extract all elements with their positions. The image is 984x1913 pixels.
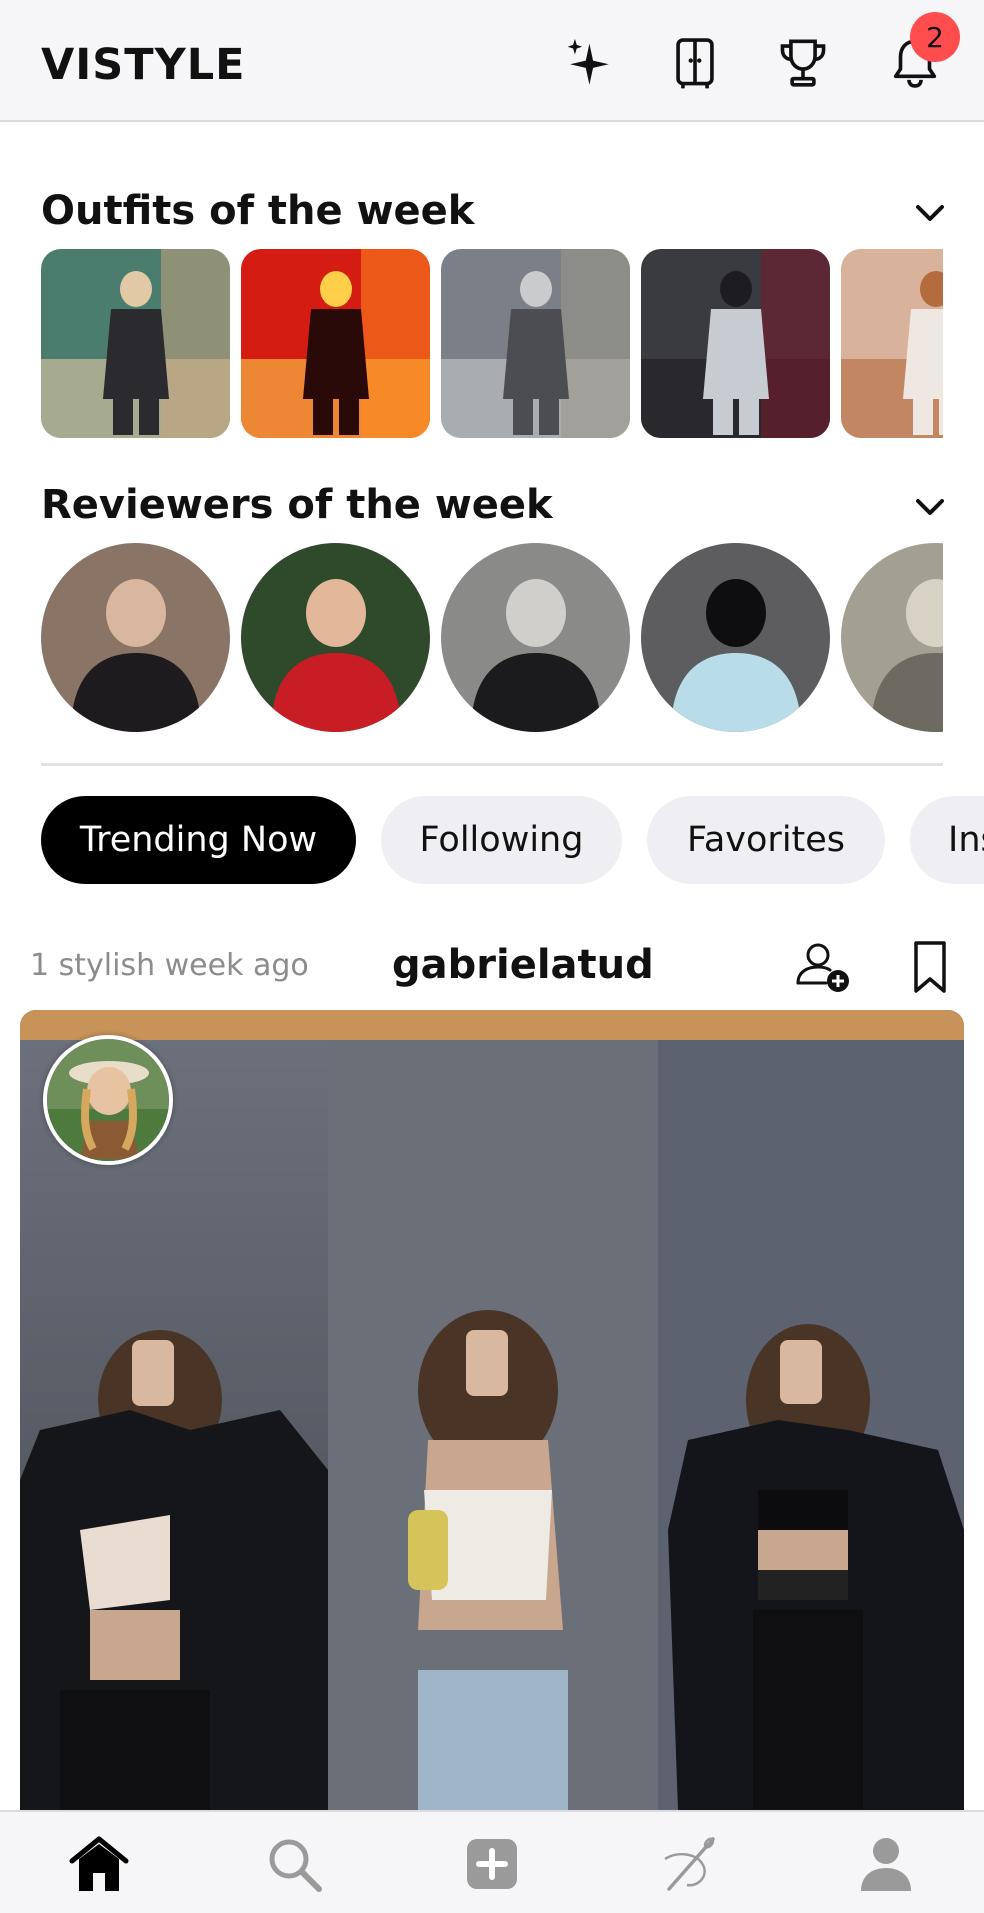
post-timestamp: 1 stylish week ago <box>30 948 309 983</box>
tab-favorites[interactable]: Favorites <box>647 796 885 884</box>
bottom-navigation <box>0 1810 984 1913</box>
notifications-button[interactable]: 2 <box>882 12 960 96</box>
reviewer-avatar[interactable] <box>641 543 830 732</box>
trophy-icon <box>780 39 826 87</box>
tab-inspiration[interactable]: Ins <box>910 796 984 884</box>
outfit-thumbnail[interactable] <box>841 249 943 438</box>
bookmark-button[interactable] <box>898 935 962 999</box>
tab-trending-now[interactable]: Trending Now <box>41 796 356 884</box>
app-logo: VISTYLE <box>41 40 246 90</box>
outfit-thumbnail[interactable] <box>441 249 630 438</box>
outfit-photo-2 <box>328 1010 658 1810</box>
outfit-thumbnail[interactable] <box>241 249 430 438</box>
chevron-down-icon <box>916 499 944 515</box>
section-divider <box>41 763 943 766</box>
sparkles-icon <box>567 38 609 85</box>
profile-icon <box>861 1838 911 1891</box>
home-icon <box>69 1836 129 1891</box>
reviewer-avatar[interactable] <box>441 543 630 732</box>
nav-profile[interactable] <box>848 1826 924 1902</box>
post-username[interactable]: gabrielatud <box>392 942 654 988</box>
nav-create-post[interactable] <box>454 1826 530 1902</box>
outfit-thumbnail[interactable] <box>641 249 830 438</box>
reviewers-section-title: Reviewers of the week <box>41 482 553 528</box>
nav-home[interactable] <box>61 1826 137 1902</box>
top-bar: VISTYLE 2 <box>0 0 984 122</box>
outfits-section-title: Outfits of the week <box>41 188 475 234</box>
outfit-thumbnail[interactable] <box>41 249 230 438</box>
nav-search[interactable] <box>256 1826 332 1902</box>
tab-following[interactable]: Following <box>381 796 622 884</box>
ai-stylist-button[interactable] <box>554 30 620 96</box>
follow-user-button[interactable] <box>790 935 854 999</box>
reviewers-carousel[interactable] <box>41 543 943 733</box>
feed-tabs: Trending Now Following Favorites Ins <box>41 796 984 884</box>
nav-tailor[interactable] <box>652 1826 728 1902</box>
search-icon <box>269 1839 322 1892</box>
wardrobe-icon <box>676 38 714 89</box>
reviewers-expand-button[interactable] <box>910 487 950 527</box>
notification-badge: 2 <box>910 12 960 62</box>
reviewer-avatar[interactable] <box>41 543 230 732</box>
wardrobe-button[interactable] <box>662 30 728 96</box>
needle-icon <box>664 1837 715 1891</box>
add-user-icon <box>796 943 849 992</box>
bookmark-icon <box>914 941 946 993</box>
post-author-avatar[interactable] <box>43 1035 173 1165</box>
chevron-down-icon <box>916 205 944 221</box>
outfits-expand-button[interactable] <box>910 193 950 233</box>
outfit-photo-3 <box>658 1010 964 1810</box>
outfits-carousel[interactable] <box>41 249 943 439</box>
reviewer-avatar[interactable] <box>241 543 430 732</box>
reviewer-avatar[interactable] <box>841 543 943 732</box>
leaderboard-button[interactable] <box>770 30 836 96</box>
add-post-icon <box>467 1839 517 1889</box>
